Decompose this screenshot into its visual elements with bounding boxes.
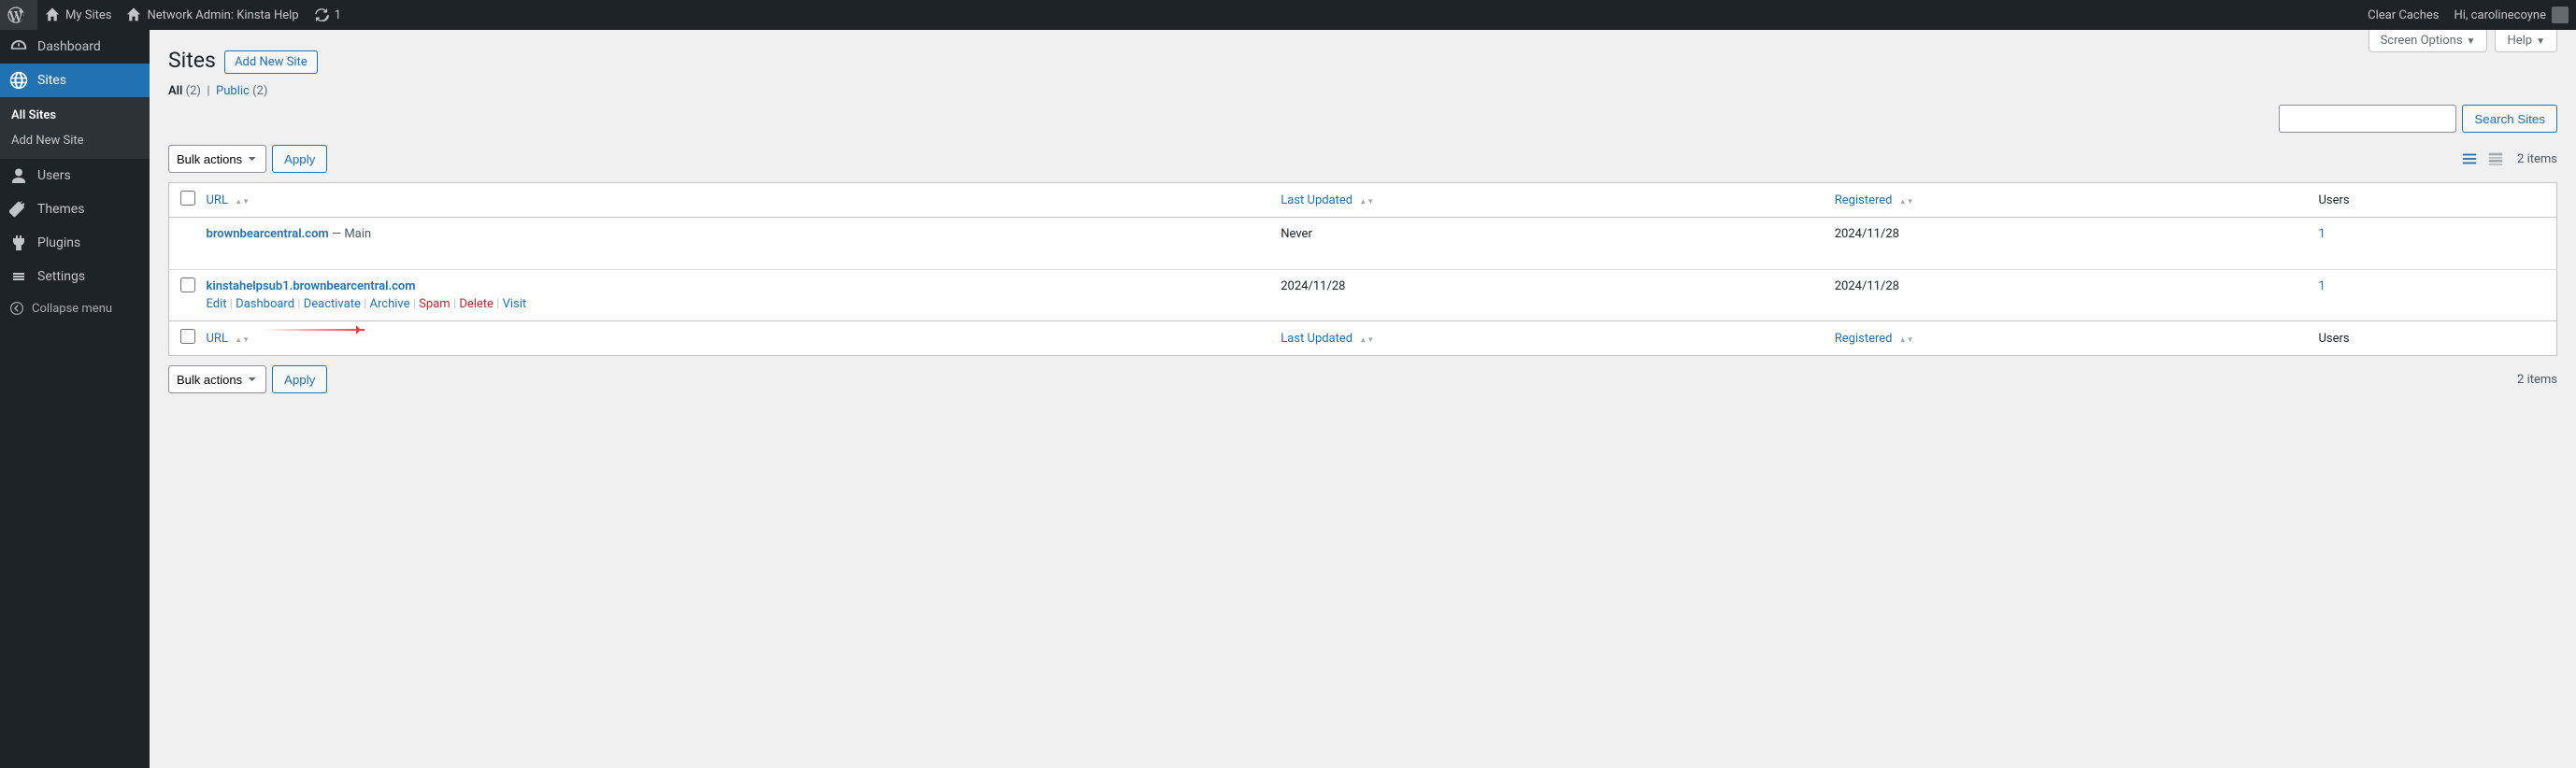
admin-menu: Dashboard Sites All Sites Add New Site U… (0, 30, 150, 768)
cell-users-link[interactable]: 1 (2318, 227, 2325, 241)
action-visit[interactable]: Visit (503, 297, 527, 311)
dashboard-icon (9, 37, 28, 56)
select-all-bottom[interactable] (180, 329, 195, 344)
sort-icon: ▲▼ (1899, 337, 1914, 342)
select-all-top[interactable] (180, 191, 195, 206)
site-url-link[interactable]: brownbearcentral.com (207, 227, 329, 241)
cell-last-updated: Never (1271, 218, 1825, 270)
sort-icon: ▲▼ (1899, 199, 1914, 204)
sites-icon (9, 71, 28, 90)
search-button[interactable]: Search Sites (2462, 105, 2557, 133)
submenu-sites: All Sites Add New Site (0, 97, 150, 159)
sort-icon: ▲▼ (1359, 199, 1374, 204)
sites-table: URL ▲▼ Last Updated ▲▼ Registered ▲▼ Use… (168, 182, 2557, 356)
menu-users[interactable]: Users (0, 159, 150, 192)
network-admin-label: Network Admin: Kinsta Help (147, 8, 298, 22)
help-button[interactable]: Help▼ (2495, 30, 2557, 52)
action-delete[interactable]: Delete (459, 297, 494, 311)
table-row: kinstahelpsub1.brownbearcentral.com Edit … (169, 270, 2557, 321)
updates-menu[interactable]: 1 (307, 0, 349, 30)
bulk-actions-select-bottom[interactable]: Bulk actions (168, 365, 266, 393)
action-deactivate[interactable]: Deactivate (304, 297, 361, 311)
collapse-icon (9, 301, 24, 316)
wordpress-icon (7, 7, 24, 23)
network-admin-menu[interactable]: Network Admin: Kinsta Help (119, 0, 306, 30)
action-dashboard[interactable]: Dashboard (236, 297, 294, 311)
submenu-add-site[interactable]: Add New Site (0, 128, 150, 153)
themes-icon (9, 200, 28, 219)
filter-public[interactable]: Public (216, 84, 250, 98)
col-url[interactable]: URL ▲▼ (197, 183, 1272, 218)
menu-sites[interactable]: Sites (0, 64, 150, 97)
cell-registered: 2024/11/28 (1825, 270, 2310, 321)
home-icon (126, 7, 141, 22)
search-box: Search Sites (2279, 105, 2557, 133)
screen-options-button[interactable]: Screen Options▼ (2368, 30, 2488, 52)
tablenav-top: Bulk actions Apply 2 items (168, 145, 2557, 173)
menu-themes[interactable]: Themes (0, 192, 150, 226)
col-registered[interactable]: Registered ▲▼ (1825, 183, 2310, 218)
main-site-tag: — Main (329, 227, 371, 241)
wp-logo[interactable] (0, 0, 37, 30)
plugins-icon (9, 234, 28, 252)
settings-icon (9, 267, 28, 286)
view-switch (2457, 147, 2508, 171)
row-actions: Edit | Dashboard | Deactivate | Archive … (207, 297, 1263, 311)
items-count-bottom: 2 items (2517, 373, 2557, 387)
action-archive[interactable]: Archive (370, 297, 410, 311)
clear-caches[interactable]: Clear Caches (2360, 0, 2446, 30)
my-sites-menu[interactable]: My Sites (37, 0, 119, 30)
cell-last-updated: 2024/11/28 (1271, 270, 1825, 321)
annotation-arrow (262, 329, 365, 331)
menu-settings[interactable]: Settings (0, 260, 150, 293)
sort-icon: ▲▼ (235, 337, 250, 342)
my-sites-label: My Sites (65, 8, 111, 22)
tablenav-bottom: Bulk actions Apply 2 items (168, 365, 2557, 393)
admin-bar: My Sites Network Admin: Kinsta Help 1 Cl… (0, 0, 2576, 30)
page-title: Sites (168, 39, 216, 77)
search-input[interactable] (2279, 105, 2456, 133)
chevron-down-icon: ▼ (2467, 36, 2476, 47)
action-edit[interactable]: Edit (207, 297, 227, 311)
account-menu[interactable]: Hi, carolinecoyne (2446, 0, 2576, 30)
col-last-updated[interactable]: Last Updated ▲▼ (1271, 321, 1825, 356)
col-last-updated[interactable]: Last Updated ▲▼ (1271, 183, 1825, 218)
action-spam[interactable]: Spam (419, 297, 451, 311)
menu-dashboard[interactable]: Dashboard (0, 30, 150, 64)
col-registered[interactable]: Registered ▲▼ (1825, 321, 2310, 356)
collapse-menu[interactable]: Collapse menu (0, 293, 150, 323)
chevron-down-icon: ▼ (2536, 36, 2545, 47)
updates-count: 1 (335, 8, 341, 22)
bulk-actions-select-top[interactable]: Bulk actions (168, 145, 266, 173)
menu-plugins[interactable]: Plugins (0, 226, 150, 260)
screen-meta: Screen Options▼ Help▼ (2368, 30, 2557, 52)
avatar (2552, 7, 2569, 23)
refresh-icon (314, 7, 329, 22)
apply-button-bottom[interactable]: Apply (272, 365, 327, 393)
cell-users-link[interactable]: 1 (2318, 279, 2325, 293)
cell-registered: 2024/11/28 (1825, 218, 2310, 270)
items-count-top: 2 items (2517, 152, 2557, 166)
users-icon (9, 166, 28, 185)
site-url-link[interactable]: kinstahelpsub1.brownbearcentral.com (207, 279, 416, 293)
table-row: brownbearcentral.com — Main Never2024/11/… (169, 218, 2557, 270)
col-users: Users (2309, 183, 2556, 218)
col-users: Users (2309, 321, 2556, 356)
home-icon (45, 7, 60, 22)
row-select[interactable] (180, 277, 195, 292)
add-new-site-button[interactable]: Add New Site (224, 50, 318, 74)
apply-button-top[interactable]: Apply (272, 145, 327, 173)
filter-links: All (2) | Public (2) (168, 84, 2557, 98)
submenu-all-sites[interactable]: All Sites (0, 103, 150, 128)
view-excerpt-icon[interactable] (2483, 147, 2508, 171)
filter-all[interactable]: All (168, 84, 182, 98)
sort-icon: ▲▼ (235, 199, 250, 204)
sort-icon: ▲▼ (1359, 337, 1374, 342)
greeting-label: Hi, carolinecoyne (2454, 8, 2546, 22)
view-list-icon[interactable] (2457, 147, 2482, 171)
